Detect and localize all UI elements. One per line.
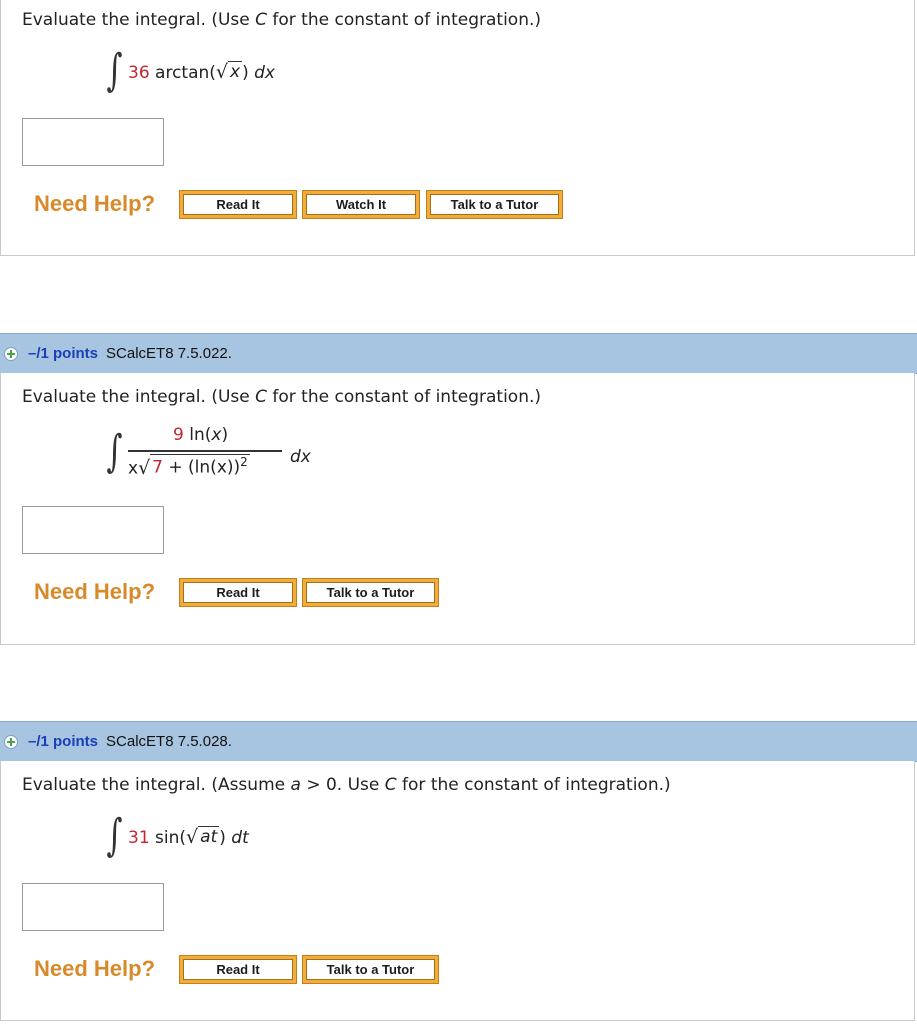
points-label: –/1 points bbox=[28, 733, 99, 750]
read-it-button[interactable]: Read It bbox=[179, 955, 297, 984]
fraction-bar bbox=[128, 450, 282, 452]
integral-sign: ∫ bbox=[106, 810, 123, 861]
question-3-header: –/1 points SCalcET8 7.5.028. bbox=[0, 721, 917, 762]
points-label: –/1 points bbox=[28, 345, 99, 362]
question-3-answer-input[interactable] bbox=[22, 883, 164, 931]
question-2-denominator: x √ 7 + (ln(x))2 bbox=[128, 454, 250, 479]
read-it-button[interactable]: Read It bbox=[179, 578, 297, 607]
question-3-integrand: 31 sin(√ at) dt bbox=[128, 826, 249, 848]
talk-to-tutor-button[interactable]: Talk to a Tutor bbox=[302, 955, 439, 984]
need-help-label: Need Help? bbox=[34, 956, 156, 981]
question-2-instruction: Evaluate the integral. (Use C for the co… bbox=[22, 387, 542, 407]
question-2-header: –/1 points SCalcET8 7.5.022. bbox=[0, 333, 917, 374]
read-it-button[interactable]: Read It bbox=[179, 190, 297, 219]
question-2-numerator: 9 ln(x) bbox=[173, 425, 229, 445]
question-1-answer-input[interactable] bbox=[22, 118, 164, 166]
need-help-label: Need Help? bbox=[34, 579, 156, 604]
integral-sign: ∫ bbox=[106, 45, 123, 96]
talk-to-tutor-button[interactable]: Talk to a Tutor bbox=[302, 578, 439, 607]
talk-to-tutor-button[interactable]: Talk to a Tutor bbox=[426, 190, 563, 219]
question-code: SCalcET8 7.5.022. bbox=[106, 345, 232, 362]
question-1-instruction: Evaluate the integral. (Use C for the co… bbox=[22, 10, 542, 30]
expand-plus-icon[interactable] bbox=[4, 734, 18, 749]
question-3-instruction: Evaluate the integral. (Assume a > 0. Us… bbox=[22, 775, 671, 795]
question-code: SCalcET8 7.5.028. bbox=[106, 733, 232, 750]
need-help-label: Need Help? bbox=[34, 191, 156, 216]
expand-plus-icon[interactable] bbox=[4, 346, 18, 361]
differential: dx bbox=[290, 447, 311, 467]
watch-it-button[interactable]: Watch It bbox=[302, 190, 420, 219]
question-2-answer-input[interactable] bbox=[22, 506, 164, 554]
question-1-integrand: 36 arctan(√ x) dx bbox=[128, 61, 275, 83]
integral-sign: ∫ bbox=[106, 426, 123, 477]
